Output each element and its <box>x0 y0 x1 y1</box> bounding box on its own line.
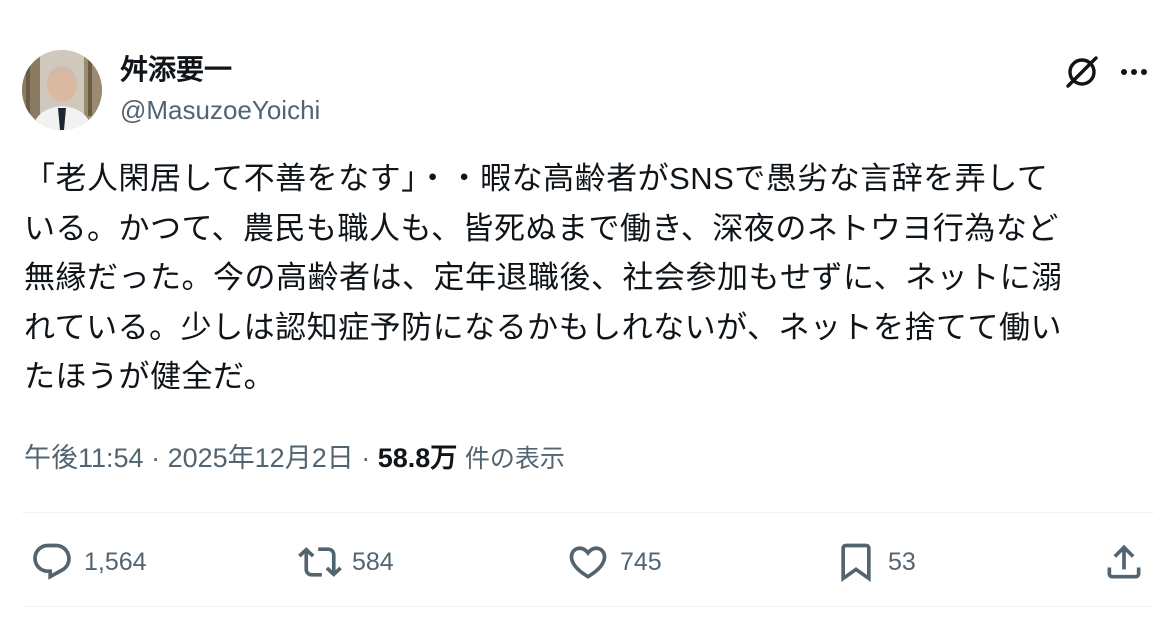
post-text-line: いる。かつて、農民も職人も、皆死ぬまで働き、深夜のネトウヨ行為など <box>24 210 1059 246</box>
reply-count: 1,564 <box>84 547 147 576</box>
heart-icon <box>569 546 607 579</box>
profile-photo-icon <box>22 50 102 130</box>
share-button[interactable] <box>1102 540 1146 584</box>
reply-icon <box>33 543 71 580</box>
meta-separator: · <box>361 443 371 473</box>
post-text-line: たほうが健全だ。 <box>24 359 276 394</box>
like-count: 745 <box>620 547 662 576</box>
divider <box>22 512 1154 513</box>
bookmark-count: 53 <box>888 547 916 576</box>
post-text-line: 無縁だった。今の高齢者は、定年退職後、社会参加もせずに、ネットに溺 <box>24 260 1063 295</box>
grok-icon <box>1066 56 1098 88</box>
post-text-line: 「老人閑居して不善をなす」・・暇な高齢者がSNSで愚劣な言辞を弄して <box>24 161 1049 196</box>
post-meta: 午後11:54 · 2025年12月2日 · 58.8万 件の表示 <box>24 438 565 479</box>
post-time[interactable]: 午後11:54 <box>24 443 144 473</box>
meta-separator: · <box>151 443 161 473</box>
like-button[interactable]: 745 <box>566 540 662 584</box>
repost-button[interactable]: 584 <box>298 540 394 584</box>
display-name[interactable]: 舛添要一 <box>120 52 232 88</box>
post-text: 「老人閑居して不善をなす」・・暇な高齢者がSNSで愚劣な言辞を弄して いる。かつ… <box>24 154 1154 402</box>
more-options-button[interactable] <box>1112 50 1156 94</box>
views-count[interactable]: 58.8万 <box>378 443 458 473</box>
share-icon <box>1107 544 1141 579</box>
post-date[interactable]: 2025年12月2日 <box>168 443 354 473</box>
user-handle[interactable]: @MasuzoeYoichi <box>120 92 320 128</box>
more-dots-icon <box>1121 69 1147 75</box>
avatar[interactable] <box>22 50 102 130</box>
grok-button[interactable] <box>1060 50 1104 94</box>
repost-count: 584 <box>352 547 394 576</box>
divider <box>22 606 1154 607</box>
bookmark-button[interactable]: 53 <box>834 540 916 584</box>
repost-icon <box>298 547 342 577</box>
bookmark-icon <box>841 543 871 583</box>
post-text-line: れている。少しは認知症予防になるかもしれないが、ネットを捨てて働い <box>24 309 1062 345</box>
reply-button[interactable]: 1,564 <box>30 540 147 584</box>
views-label: 件の表示 <box>464 445 565 473</box>
